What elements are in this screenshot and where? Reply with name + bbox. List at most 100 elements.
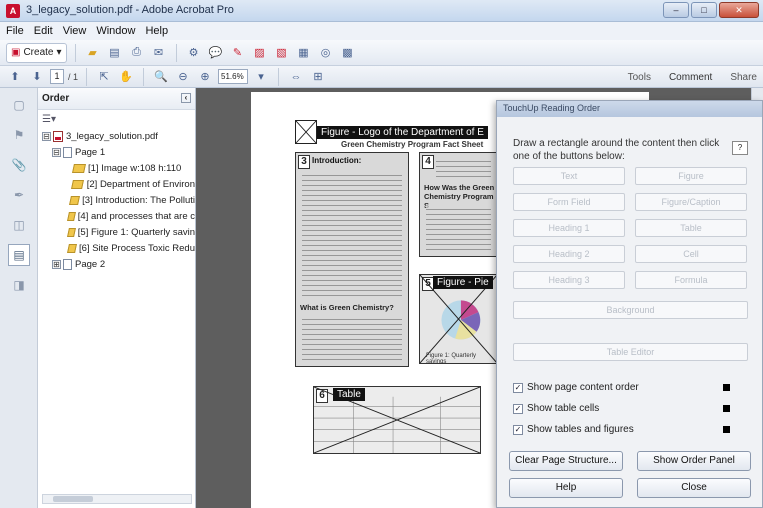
settings-icon[interactable]: ⚙ [185, 44, 203, 62]
text-lines [436, 157, 491, 178]
order-panel-icon[interactable]: ▤ [8, 244, 30, 266]
color-swatch[interactable] [723, 426, 730, 433]
structure-button-text[interactable]: Text [513, 167, 625, 185]
tree-item-tag[interactable]: [2] Department of Environ [38, 176, 195, 192]
structure-button-heading-3[interactable]: Heading 3 [513, 271, 625, 289]
pdf-combine-icon[interactable]: ▧ [273, 44, 291, 62]
page-number-input[interactable]: 1 [50, 69, 64, 84]
fit-width-icon[interactable]: ⇔ [287, 68, 305, 86]
toolbar-separator [175, 43, 177, 62]
content-box-3[interactable]: 3 Introduction: What is Green Chemistry? [295, 152, 409, 367]
marquee-zoom-icon[interactable]: 🔍 [152, 68, 170, 86]
select-tool-icon[interactable]: ⇱ [95, 68, 113, 86]
structure-button-heading-2[interactable]: Heading 2 [513, 245, 625, 263]
tree-item-tag[interactable]: [4] and processes that are c [38, 208, 195, 224]
tree-item-label: [5] Figure 1: Quarterly savin [77, 226, 195, 238]
tree-item-label: [6] Site Process Toxic Redu [79, 242, 195, 254]
show-order-panel-button[interactable]: Show Order Panel [637, 451, 751, 471]
checkbox-label: Show table cells [527, 403, 600, 414]
tag-icon [72, 163, 86, 173]
sign-icon[interactable]: ✎ [229, 44, 247, 62]
text-lines [302, 171, 402, 296]
create-button[interactable]: ▣ Create ▾ [6, 42, 67, 63]
tab-tools[interactable]: Tools [628, 72, 651, 83]
save-icon[interactable]: ▤ [106, 44, 124, 62]
help-button[interactable]: Help [509, 478, 623, 498]
options-menu[interactable]: ☰▾ [38, 110, 195, 128]
scrollbar-thumb[interactable] [53, 496, 93, 502]
checkbox-icon: ✓ [513, 424, 523, 435]
show-table-cells-checkbox[interactable]: ✓ Show table cells [513, 403, 599, 414]
tree-item-tag[interactable]: [6] Site Process Toxic Redu [38, 240, 195, 256]
menu-help[interactable]: Help [145, 25, 168, 37]
structure-button-heading-1[interactable]: Heading 1 [513, 219, 625, 237]
tree-item-page[interactable]: ⊞ Page 2 [38, 256, 195, 272]
hand-tool-icon[interactable]: ✋ [117, 68, 135, 86]
tags-icon[interactable]: ◨ [8, 274, 30, 296]
next-page-icon[interactable]: ⬇ [28, 68, 46, 86]
structure-button-figure-caption[interactable]: Figure/Caption [635, 193, 747, 211]
fit-page-icon[interactable]: ⊞ [309, 68, 327, 86]
horizontal-scrollbar[interactable] [42, 494, 192, 504]
zoom-in-icon[interactable]: ⊕ [196, 68, 214, 86]
previous-page-icon[interactable]: ⬆ [6, 68, 24, 86]
email-icon[interactable]: ✉ [150, 44, 168, 62]
show-tables-figures-checkbox[interactable]: ✓ Show tables and figures [513, 424, 634, 435]
pdf-export-icon[interactable]: ▨ [251, 44, 269, 62]
zoom-dropdown-icon[interactable]: ▾ [252, 68, 270, 86]
color-swatch[interactable] [723, 384, 730, 391]
checkbox-icon: ✓ [513, 403, 523, 414]
tree-item-tag[interactable]: [5] Figure 1: Quarterly savin [38, 224, 195, 240]
tree-item-document[interactable]: ⊟ 3_legacy_solution.pdf [38, 128, 195, 144]
structure-button-cell[interactable]: Cell [635, 245, 747, 263]
tab-comment[interactable]: Comment [669, 72, 712, 83]
expand-toggle-icon[interactable]: ⊟ [42, 131, 51, 141]
structure-button-figure[interactable]: Figure [635, 167, 747, 185]
tree-item-tag[interactable]: [3] Introduction: The Polluti [38, 192, 195, 208]
logo-figure-box[interactable] [295, 120, 317, 144]
close-window-button[interactable]: ✕ [719, 2, 759, 18]
zoom-level-input[interactable]: 51.6% [218, 69, 249, 84]
menu-window[interactable]: Window [96, 25, 135, 37]
tree-item-page[interactable]: ⊟ Page 1 [38, 144, 195, 160]
close-button[interactable]: Close [637, 478, 751, 498]
background-button[interactable]: Background [513, 301, 748, 319]
structure-button-form-field[interactable]: Form Field [513, 193, 625, 211]
show-content-order-checkbox[interactable]: ✓ Show page content order [513, 382, 639, 393]
print-icon[interactable]: ⎙ [128, 44, 146, 62]
expand-toggle-icon[interactable]: ⊞ [52, 259, 61, 269]
menu-edit[interactable]: Edit [34, 25, 53, 37]
touchup-reading-order-dialog: TouchUp Reading Order Draw a rectangle a… [496, 100, 763, 508]
minimize-button[interactable]: – [663, 2, 689, 18]
navigation-rail: ▢ ⚑ 📎 ✒ ◫ ▤ ◨ [0, 88, 38, 508]
collapse-panel-icon[interactable]: ‹ [181, 93, 191, 103]
tab-share[interactable]: Share [730, 72, 757, 83]
forms-icon[interactable]: ▦ [295, 44, 313, 62]
review-icon[interactable]: ▩ [339, 44, 357, 62]
dialog-help-icon[interactable]: ? [732, 141, 748, 155]
layers-icon[interactable]: ◫ [8, 214, 30, 236]
content-box-4[interactable]: 4 How Was the Green Chemistry Program S [419, 152, 498, 257]
tree-item-tag[interactable]: [1] Image w:108 h:110 [38, 160, 195, 176]
share-icon[interactable]: ◎ [317, 44, 335, 62]
tree-item-label: 3_legacy_solution.pdf [66, 130, 158, 142]
open-folder-icon[interactable]: ▰ [84, 44, 102, 62]
maximize-button[interactable]: □ [691, 2, 717, 18]
menu-file[interactable]: File [6, 25, 24, 37]
expand-toggle-icon[interactable]: ⊟ [52, 147, 61, 157]
color-swatch[interactable] [723, 405, 730, 412]
zoom-out-icon[interactable]: ⊖ [174, 68, 192, 86]
bookmarks-icon[interactable]: ⚑ [8, 124, 30, 146]
page-thumbnails-icon[interactable]: ▢ [8, 94, 30, 116]
attachments-icon[interactable]: 📎 [8, 154, 30, 176]
structure-button-formula[interactable]: Formula [635, 271, 747, 289]
signatures-icon[interactable]: ✒ [8, 184, 30, 206]
menu-view[interactable]: View [63, 25, 87, 37]
comment-icon[interactable]: 💬 [207, 44, 225, 62]
checkbox-label: Show page content order [527, 382, 639, 393]
structure-button-table[interactable]: Table [635, 219, 747, 237]
clear-page-structure-button[interactable]: Clear Page Structure... [509, 451, 623, 471]
table-label: Table [333, 388, 365, 401]
table-editor-button[interactable]: Table Editor [513, 343, 748, 361]
tree-item-label: [3] Introduction: The Polluti [82, 194, 195, 206]
